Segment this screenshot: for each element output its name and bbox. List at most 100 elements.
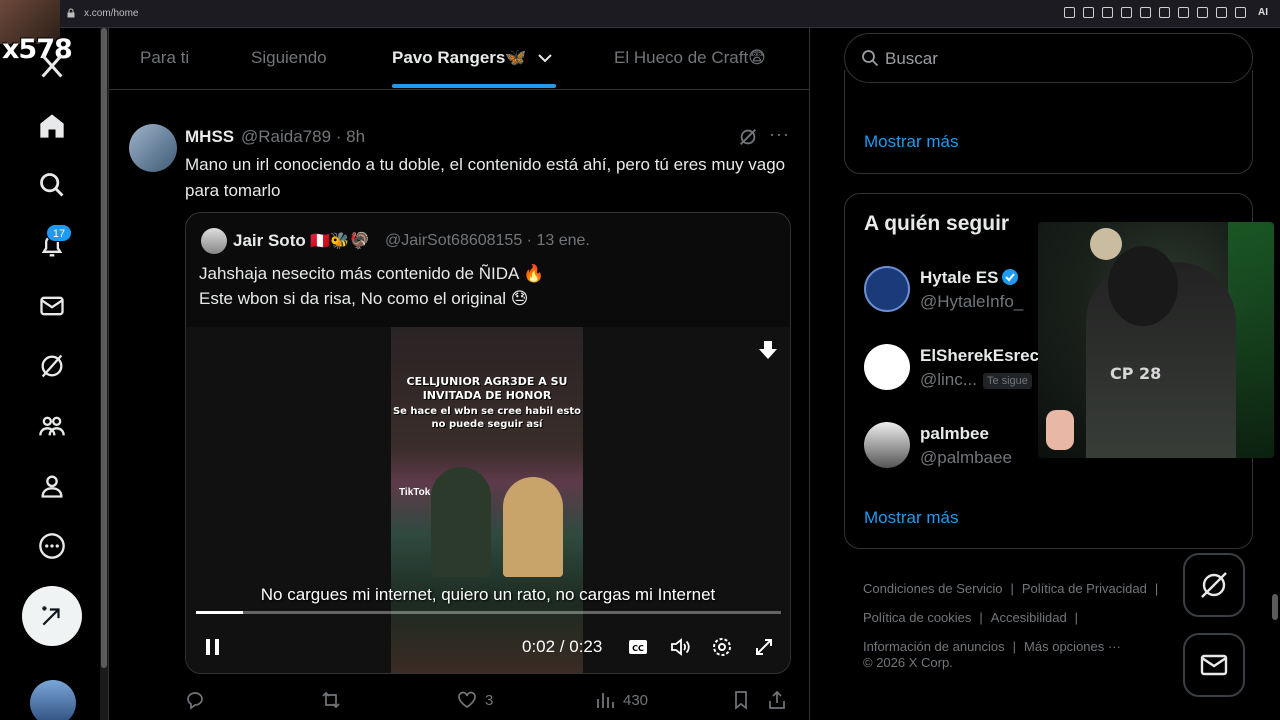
pin-icon[interactable] [1083, 7, 1094, 18]
reply-icon [187, 692, 203, 710]
mail-icon [1200, 654, 1228, 676]
video-progress-bar[interactable] [196, 611, 781, 614]
video-frame: CELLJUNIOR AGR3DE A SU INVITADA DE HONOR… [391, 327, 583, 673]
account-avatar[interactable] [864, 344, 910, 390]
grok-floating-button[interactable] [1183, 553, 1245, 617]
tab-pavo-rangers[interactable]: Pavo Rangers🦋 [392, 48, 527, 68]
zoom-icon[interactable] [1064, 7, 1075, 18]
account-handle-row: @linc... Te sigue [920, 370, 1032, 390]
video-caption-sub: Se hace el wbn se cree habil esto no pue… [392, 406, 582, 430]
reply-button[interactable] [185, 690, 213, 710]
grok-icon[interactable] [737, 126, 759, 148]
profile-icon[interactable] [34, 468, 70, 504]
messages-floating-button[interactable] [1183, 633, 1245, 697]
footer-link[interactable]: Política de cookies [863, 610, 971, 625]
more-options-icon[interactable] [34, 528, 70, 564]
more-icon[interactable]: ··· [769, 124, 790, 145]
like-button[interactable]: 3 [457, 690, 493, 710]
heart-icon [458, 691, 476, 709]
quote-author-name[interactable]: Jair Soto [233, 231, 306, 251]
account-avatar[interactable] [30, 680, 76, 720]
share-button[interactable] [767, 690, 787, 710]
cc-icon: CC [629, 640, 647, 654]
account-avatar[interactable] [864, 422, 910, 468]
communities-icon[interactable] [34, 408, 70, 444]
tweet-author-handle[interactable]: @Raida789 · 8h [241, 127, 365, 147]
edit-icon[interactable] [1235, 7, 1246, 18]
video-subtitle: No cargues mi internet, quiero un rato, … [260, 585, 716, 604]
settings-button[interactable] [711, 635, 733, 659]
shield-icon[interactable] [1121, 7, 1132, 18]
video-player[interactable]: CELLJUNIOR AGR3DE A SU INVITADA DE HONOR… [186, 327, 790, 673]
video-caption-title: CELLJUNIOR AGR3DE A SU INVITADA DE HONOR [406, 375, 568, 402]
captions-button[interactable]: CC [627, 635, 649, 659]
tab-siguiendo[interactable]: Siguiendo [251, 48, 327, 68]
footer-link[interactable]: Más opciones ··· [1024, 639, 1121, 654]
retweet-button[interactable] [321, 690, 349, 710]
tweet-author-name[interactable]: MHSS [185, 127, 234, 147]
heart-icon[interactable] [1178, 7, 1189, 18]
footer-link[interactable]: Condiciones de Servicio [863, 581, 1002, 596]
retweet-icon [322, 691, 340, 709]
browser-extension-icons[interactable] [1064, 7, 1246, 18]
views-count: 430 [623, 691, 649, 709]
ai-button[interactable]: AI [1258, 7, 1268, 18]
account-name-text: Hytale ES [920, 268, 999, 287]
show-more-link[interactable]: Mostrar más [864, 132, 958, 152]
quote-text: Jahshaja nesecito más contenido de ÑIDA … [199, 261, 779, 311]
video-person [431, 467, 491, 577]
verified-badge-icon [1002, 269, 1019, 285]
address-bar[interactable]: x.com/home [84, 8, 138, 19]
play-icon[interactable] [1140, 7, 1151, 18]
quoted-tweet[interactable]: Jair Soto 🇵🇪🐝🦃 @JairSot68608155 · 13 ene… [185, 212, 791, 674]
download-arrow-icon[interactable] [758, 339, 778, 361]
show-more-link[interactable]: Mostrar más [864, 508, 958, 528]
quote-author-handle[interactable]: @JairSot68608155 · 13 ene. [385, 232, 590, 250]
search-icon[interactable] [34, 167, 70, 203]
account-name[interactable]: Hytale ES [920, 268, 1019, 288]
active-tab-indicator [392, 84, 556, 88]
svg-text:CC: CC [632, 644, 644, 653]
chevron-down-icon[interactable] [537, 50, 553, 66]
home-icon[interactable] [34, 108, 70, 144]
tab-el-hueco-de-craft[interactable]: El Hueco de Craft😨 [614, 48, 766, 68]
quote-author-avatar[interactable] [201, 228, 227, 254]
video-time: 0:02 / 0:23 [522, 637, 603, 656]
bookmark-icon[interactable] [1102, 7, 1113, 18]
lock-icon[interactable] [1159, 7, 1170, 18]
volume-button[interactable] [669, 635, 691, 659]
timeline-tabs: Para ti Siguiendo Pavo Rangers🦋 El Hueco… [109, 28, 809, 90]
account-avatar[interactable] [864, 266, 910, 312]
footer-link[interactable]: Accesibilidad [991, 610, 1067, 625]
x-logo-icon[interactable] [34, 48, 70, 84]
microphone [1090, 228, 1122, 260]
account-handle: @palmbaee [920, 448, 1012, 467]
account-name[interactable]: palmbee [920, 424, 989, 444]
download-icon[interactable] [1216, 7, 1227, 18]
extension-icon[interactable] [1197, 7, 1208, 18]
search-input[interactable]: Buscar [844, 33, 1253, 83]
gear-icon [713, 638, 731, 656]
grok-icon [1201, 572, 1227, 598]
bookmark-button[interactable] [731, 690, 751, 710]
views-button[interactable]: 430 [595, 690, 648, 710]
footer-link[interactable]: Política de Privacidad [1022, 581, 1147, 596]
copyright: © 2026 X Corp. [863, 655, 953, 670]
tweet-author-avatar[interactable] [129, 124, 177, 172]
feather-plus-icon [42, 606, 60, 626]
who-to-follow-title: A quién seguir [864, 212, 1010, 235]
views-chart-icon [597, 693, 614, 708]
compose-post-button[interactable] [22, 586, 82, 646]
grok-icon[interactable] [34, 348, 70, 384]
footer-links: Condiciones de Servicio | Política de Priv… [863, 581, 1159, 654]
footer-link[interactable]: Información de anuncios [863, 639, 1005, 654]
video-progress-fill [196, 611, 243, 614]
tab-para-ti[interactable]: Para ti [140, 48, 189, 68]
pause-button[interactable] [202, 635, 224, 659]
scrollbar-thumb[interactable] [101, 28, 107, 668]
page-scrollbar-thumb[interactable] [1272, 594, 1278, 620]
messages-mail-icon[interactable] [34, 288, 70, 324]
account-handle: @linc... [920, 370, 977, 389]
account-name[interactable]: ElSherekEsrec [920, 346, 1039, 366]
fullscreen-button[interactable] [753, 635, 775, 659]
